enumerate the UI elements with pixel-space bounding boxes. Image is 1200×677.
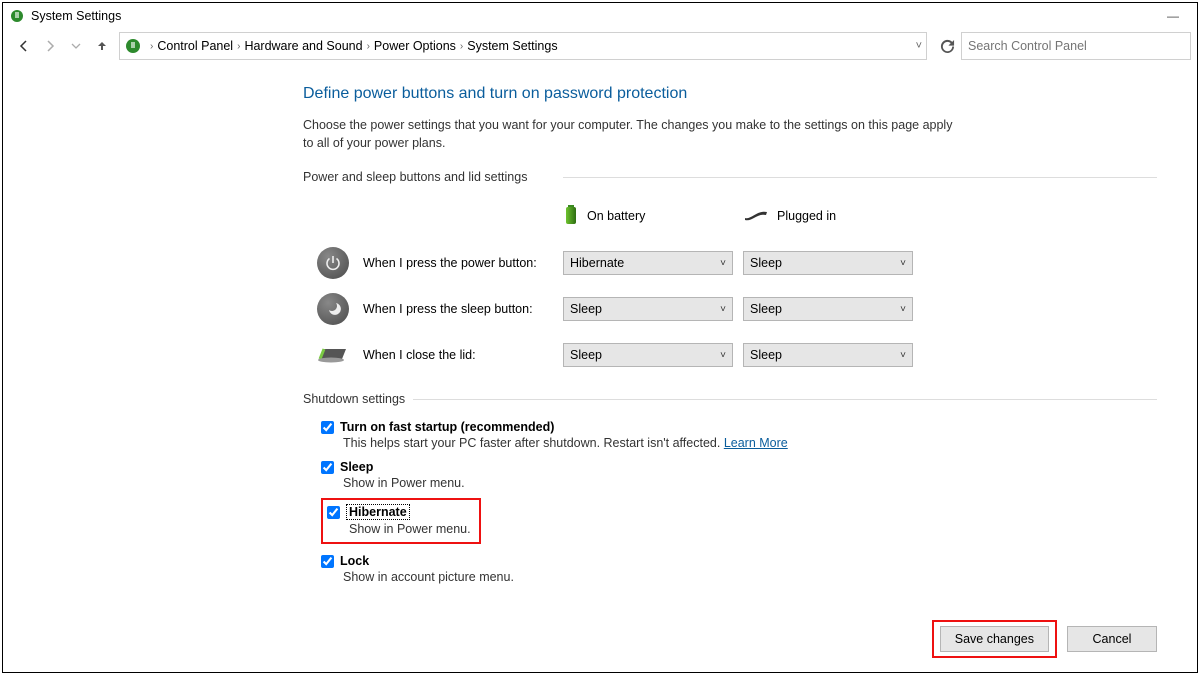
plug-icon [743,208,769,225]
forward-button[interactable] [37,33,63,59]
shutdown-item-hibernate: Hibernate Show in Power menu. [303,494,1157,550]
checkbox-fast-startup[interactable] [321,421,334,434]
label-fast-startup[interactable]: Turn on fast startup (recommended) [340,420,554,434]
cancel-button[interactable]: Cancel [1067,626,1157,652]
shutdown-item-sleep: Sleep Show in Power menu. [303,456,1157,494]
checkbox-hibernate[interactable] [327,506,340,519]
label-lock[interactable]: Lock [340,554,369,568]
desc-lock: Show in account picture menu. [321,570,1157,584]
chevron-down-icon[interactable]: ˅ [916,40,922,52]
shutdown-item-fast-startup: Turn on fast startup (recommended) This … [303,416,1157,456]
power-icon [317,247,349,279]
select-power-plugged[interactable]: Sleep˅ [743,251,913,275]
label-hibernate[interactable]: Hibernate [346,504,410,520]
save-changes-button[interactable]: Save changes [940,626,1049,652]
nav-bar: › Control Panel › Hardware and Sound › P… [3,29,1197,63]
select-sleep-battery[interactable]: Sleep˅ [563,297,733,321]
minimize-button[interactable]: — [1155,4,1191,28]
back-button[interactable] [11,33,37,59]
breadcrumb-item[interactable]: System Settings [467,39,557,53]
address-bar[interactable]: › Control Panel › Hardware and Sound › P… [119,32,927,60]
section-power-sleep-title: Power and sleep buttons and lid settings [303,170,1157,184]
breadcrumb-item[interactable]: Hardware and Sound [244,39,362,53]
button-bar: Save changes Cancel [932,620,1157,658]
row-lid: When I close the lid: Sleep˅ Sleep˅ [303,332,1157,378]
page-heading: Define power buttons and turn on passwor… [303,85,1157,103]
chevron-down-icon: ˅ [720,304,726,315]
select-lid-plugged[interactable]: Sleep˅ [743,343,913,367]
lid-icon [316,343,350,368]
select-lid-battery[interactable]: Sleep˅ [563,343,733,367]
select-sleep-plugged[interactable]: Sleep˅ [743,297,913,321]
chevron-down-icon: ˅ [720,350,726,361]
checkbox-sleep[interactable] [321,461,334,474]
chevron-right-icon: › [150,41,153,52]
row-sleep-label: When I press the sleep button: [363,302,563,316]
breadcrumb-item[interactable]: Power Options [374,39,456,53]
chevron-down-icon: ˅ [900,350,906,361]
row-power-button: When I press the power button: Hibernate… [303,240,1157,286]
row-lid-label: When I close the lid: [363,348,563,362]
desc-sleep: Show in Power menu. [321,476,1157,488]
section-shutdown-title: Shutdown settings [303,392,1157,406]
row-power-label: When I press the power button: [363,256,563,270]
chevron-right-icon: › [367,41,370,52]
desc-fast-startup: This helps start your PC faster after sh… [321,436,1157,450]
power-options-icon [124,37,142,55]
search-input[interactable] [968,39,1184,53]
desc-hibernate: Show in Power menu. [327,522,471,536]
shutdown-item-lock: Lock Show in account picture menu. [303,550,1157,590]
column-battery-label: On battery [587,209,645,223]
column-headers: On battery Plugged in [303,198,1157,234]
label-sleep[interactable]: Sleep [340,460,373,474]
chevron-down-icon: ˅ [720,258,726,269]
battery-icon [563,204,579,229]
chevron-right-icon: › [460,41,463,52]
recent-locations-button[interactable] [63,33,89,59]
chevron-right-icon: › [237,41,240,52]
window-title: System Settings [31,9,121,23]
row-sleep-button: When I press the sleep button: Sleep˅ Sl… [303,286,1157,332]
search-box[interactable] [961,32,1191,60]
checkbox-lock[interactable] [321,555,334,568]
column-plugged-label: Plugged in [777,209,836,223]
chevron-down-icon: ˅ [900,304,906,315]
sleep-icon [317,293,349,325]
page-intro: Choose the power settings that you want … [303,117,963,152]
learn-more-link[interactable]: Learn More [724,436,788,450]
up-button[interactable] [89,33,115,59]
select-power-battery[interactable]: Hibernate˅ [563,251,733,275]
refresh-button[interactable] [933,32,961,60]
breadcrumb-item[interactable]: Control Panel [157,39,233,53]
app-icon [9,8,25,24]
chevron-down-icon: ˅ [900,258,906,269]
title-bar: System Settings — [3,3,1197,29]
